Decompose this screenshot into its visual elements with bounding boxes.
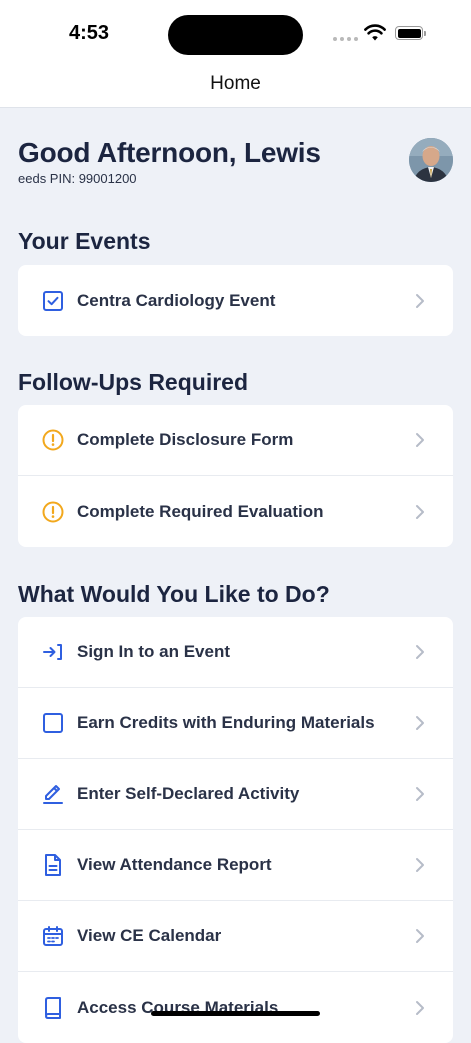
pencil-icon <box>41 782 65 806</box>
chevron-right-icon <box>416 929 424 943</box>
dynamic-island <box>168 15 303 55</box>
wifi-icon <box>364 24 386 41</box>
cellular-signal-icon <box>333 37 358 41</box>
battery-icon <box>395 26 426 40</box>
nav-title: Home <box>210 73 261 94</box>
section-title-your-events: Your Events <box>18 228 151 254</box>
action-row-course-materials[interactable]: Access Course Materials <box>18 972 453 1043</box>
calendar-icon <box>41 924 65 948</box>
chevron-right-icon <box>416 645 424 659</box>
greeting-title: Good Afternoon, Lewis <box>18 137 321 168</box>
home-indicator[interactable] <box>151 1011 320 1016</box>
followup-label: Complete Disclosure Form <box>77 430 294 449</box>
status-time: 4:53 <box>69 22 110 44</box>
avatar-photo <box>409 138 453 182</box>
action-row-ce-calendar[interactable]: View CE Calendar <box>18 901 453 972</box>
action-row-attendance-report[interactable]: View Attendance Report <box>18 830 453 901</box>
followup-label: Complete Required Evaluation <box>77 501 324 521</box>
action-row-self-declared[interactable]: Enter Self-Declared Activity <box>18 759 453 830</box>
warning-circle-icon <box>41 428 65 452</box>
warning-circle-icon <box>41 500 65 524</box>
followups-card: Complete Disclosure Form Complete Requir… <box>18 405 453 547</box>
sign-in-icon <box>41 640 65 664</box>
section-title-follow-ups: Follow-Ups Required <box>18 369 248 395</box>
action-label: View Attendance Report <box>77 855 272 874</box>
action-label: View CE Calendar <box>77 926 222 945</box>
action-label: Sign In to an Event <box>77 642 231 661</box>
chevron-right-icon <box>416 787 424 801</box>
events-card: Centra Cardiology Event <box>18 265 453 336</box>
actions-card: Sign In to an Event Earn Credits with En… <box>18 617 453 1043</box>
action-row-enduring-materials[interactable]: Earn Credits with Enduring Materials <box>18 688 453 759</box>
square-icon <box>41 711 65 735</box>
chevron-right-icon <box>416 504 424 519</box>
checkbox-checked-icon <box>41 289 65 313</box>
chevron-right-icon <box>416 716 424 730</box>
chevron-right-icon <box>416 1000 424 1015</box>
event-row-centra-cardiology[interactable]: Centra Cardiology Event <box>18 265 453 336</box>
followup-row-required-evaluation[interactable]: Complete Required Evaluation <box>18 476 453 547</box>
followup-row-disclosure-form[interactable]: Complete Disclosure Form <box>18 405 453 476</box>
action-label: Earn Credits with Enduring Materials <box>77 713 375 732</box>
section-title-actions: What Would You Like to Do? <box>18 581 330 607</box>
event-label: Centra Cardiology Event <box>77 290 276 310</box>
action-row-sign-in[interactable]: Sign In to an Event <box>18 617 453 688</box>
chevron-right-icon <box>416 858 424 872</box>
chevron-right-icon <box>416 433 424 447</box>
eeds-pin: eeds PIN: 99001200 <box>18 171 137 186</box>
book-icon <box>41 996 65 1020</box>
action-label: Enter Self-Declared Activity <box>77 784 300 803</box>
avatar[interactable] <box>409 138 453 182</box>
chevron-right-icon <box>416 293 424 308</box>
top-bar: 4:53 Home <box>0 0 471 108</box>
document-icon <box>41 853 65 877</box>
